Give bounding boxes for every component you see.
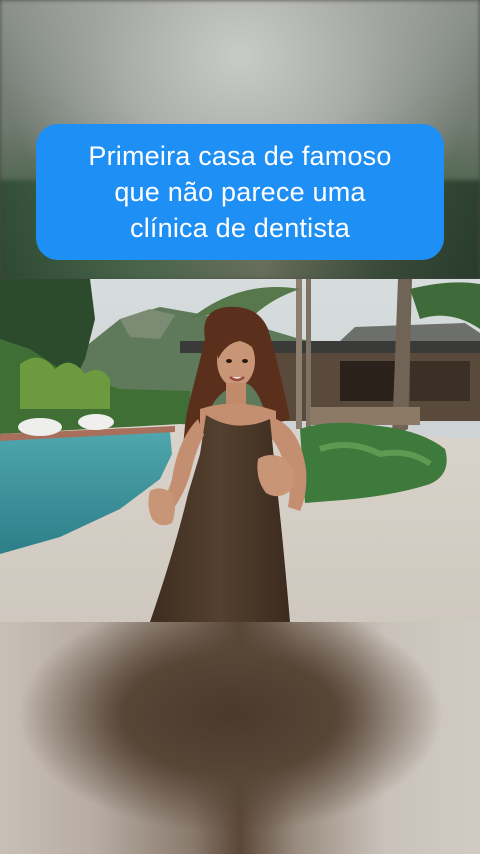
blurred-backdrop-bottom — [0, 622, 480, 854]
lounger-2 — [78, 414, 114, 430]
scene-illustration — [0, 279, 480, 622]
palm-trunk-2 — [306, 279, 311, 429]
house-window — [340, 361, 400, 401]
lounger — [18, 418, 62, 436]
caption-line-3: clínica de dentista — [130, 213, 350, 243]
video-frame[interactable] — [0, 279, 480, 622]
caption-line-2: que não parece uma — [114, 177, 366, 207]
caption-text: Primeira casa de famoso que não parece u… — [88, 138, 391, 246]
palm-trunk — [296, 279, 302, 429]
caption-line-1: Primeira casa de famoso — [88, 141, 392, 171]
house-window-2 — [410, 361, 470, 401]
caption-bubble: Primeira casa de famoso que não parece u… — [36, 124, 444, 260]
patio-furniture — [310, 407, 420, 425]
